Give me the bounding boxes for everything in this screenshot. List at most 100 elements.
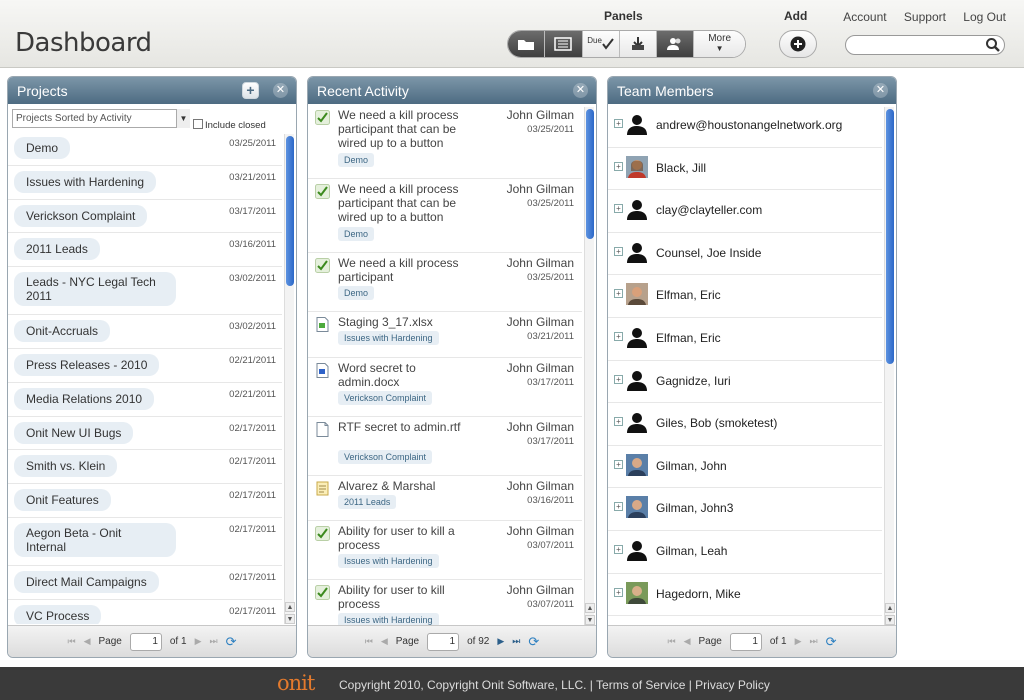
team-member-name[interactable]: Gagnidze, Iuri xyxy=(656,374,731,388)
activity-row[interactable]: Word secret to admin.docx John Gilman 03/1… xyxy=(308,358,582,417)
expand-icon[interactable]: + xyxy=(614,374,623,384)
activity-title[interactable]: Staging 3_17.xlsx xyxy=(338,315,468,329)
project-name[interactable]: Issues with Hardening xyxy=(14,170,157,193)
activity-title[interactable]: We need a kill process participant that … xyxy=(338,182,468,224)
expand-icon[interactable]: + xyxy=(614,246,623,256)
project-row[interactable]: Smith vs. Klein 02/17/2011 xyxy=(8,450,282,485)
project-tag[interactable]: Issues with Hardening xyxy=(338,331,439,345)
include-closed-checkbox[interactable]: Include closed xyxy=(193,119,266,131)
logout-link[interactable]: Log Out xyxy=(963,10,1006,24)
activity-row[interactable]: We need a kill process participant John G… xyxy=(308,253,582,312)
team-member-name[interactable]: Hagedorn, Mike xyxy=(656,587,741,601)
checkbox-icon[interactable] xyxy=(193,119,203,129)
activity-row[interactable]: Staging 3_17.xlsx John Gilman 03/21/2011 Is… xyxy=(308,312,582,358)
project-row[interactable]: Verickson Complaint 03/17/2011 xyxy=(8,200,282,234)
first-page-icon[interactable]: ⏮ xyxy=(365,636,373,647)
last-page-icon[interactable]: ⏭ xyxy=(512,636,520,647)
team-member-row[interactable]: + Counsel, Joe Inside xyxy=(608,233,882,276)
team-member-name[interactable]: Gilman, Leah xyxy=(656,544,727,558)
prev-page-icon[interactable]: ◀ xyxy=(684,636,691,647)
expand-icon[interactable]: + xyxy=(614,331,623,341)
more-panels-button[interactable]: More ▼ xyxy=(694,31,745,57)
scroll-up-icon[interactable]: ▲ xyxy=(285,602,295,612)
team-member-row[interactable]: + Gilman, John3 xyxy=(608,488,882,531)
team-member-row[interactable]: + andrew@houstonangelnetwork.org xyxy=(608,105,882,148)
team-member-row[interactable]: + Giles, Bob (smoketest) xyxy=(608,403,882,446)
copyright-text[interactable]: Copyright 2010, Copyright Onit Software,… xyxy=(339,678,770,692)
activity-title[interactable]: We need a kill process participant that … xyxy=(338,108,468,150)
activity-title[interactable]: Alvarez & Marshal xyxy=(338,479,468,493)
team-member-row[interactable]: + Elfman, Eric xyxy=(608,318,882,361)
activity-row[interactable]: We need a kill process participant that … xyxy=(308,105,582,179)
team-member-name[interactable]: Counsel, Joe Inside xyxy=(656,246,761,260)
team-member-row[interactable]: + Black, Jill xyxy=(608,148,882,191)
expand-icon[interactable]: + xyxy=(614,119,623,128)
project-name[interactable]: 2011 Leads xyxy=(14,238,100,261)
team-member-row[interactable]: + Elfman, Eric xyxy=(608,275,882,318)
activity-title[interactable]: Word secret to admin.docx xyxy=(338,361,468,389)
project-name[interactable]: Onit-Accruals xyxy=(14,320,111,343)
project-name[interactable]: Direct Mail Campaigns xyxy=(14,570,159,593)
activity-row[interactable]: Ability for user to kill a process John G… xyxy=(308,521,582,580)
project-name[interactable]: VC Process xyxy=(14,604,102,624)
team-member-row[interactable]: + clay@clayteller.com xyxy=(608,190,882,233)
expand-icon[interactable]: + xyxy=(614,544,623,554)
next-page-icon[interactable]: ▶ xyxy=(497,636,504,647)
activity-row[interactable]: RTF secret to admin.rtf John Gilman 03/17/… xyxy=(308,417,582,476)
scroll-thumb[interactable] xyxy=(586,109,594,239)
project-tag[interactable]: Demo xyxy=(338,227,375,241)
refresh-icon[interactable]: ⟳ xyxy=(826,634,837,650)
add-button[interactable] xyxy=(779,30,817,58)
project-row[interactable]: VC Process 02/17/2011 xyxy=(8,600,282,624)
projects-scrollbar[interactable]: ▲ ▼ xyxy=(284,134,295,624)
project-row[interactable]: Direct Mail Campaigns 02/17/2011 xyxy=(8,566,282,600)
close-icon[interactable]: ✕ xyxy=(573,83,588,98)
expand-icon[interactable]: + xyxy=(614,204,623,214)
activity-row[interactable]: Ability for user to kill process John Gil… xyxy=(308,580,582,625)
projects-panel-button[interactable] xyxy=(508,31,546,57)
activity-title[interactable]: RTF secret to admin.rtf xyxy=(338,420,468,434)
team-member-name[interactable]: Giles, Bob (smoketest) xyxy=(656,416,777,430)
project-row[interactable]: Demo 03/25/2011 xyxy=(8,132,282,166)
page-number-input[interactable]: 1 xyxy=(427,632,460,651)
project-tag[interactable]: Issues with Hardening xyxy=(338,554,439,568)
project-tag[interactable]: Demo xyxy=(338,153,375,167)
expand-icon[interactable]: + xyxy=(614,502,623,512)
team-member-name[interactable]: andrew@houstonangelnetwork.org xyxy=(656,118,842,132)
project-name[interactable]: Smith vs. Klein xyxy=(14,455,118,478)
refresh-icon[interactable]: ⟳ xyxy=(528,634,539,650)
support-link[interactable]: Support xyxy=(904,10,946,24)
team-member-row[interactable]: + Gilman, Leah xyxy=(608,531,882,574)
team-member-row[interactable]: + Hagedorn, Mike xyxy=(608,574,882,617)
project-row[interactable]: Onit New UI Bugs 02/17/2011 xyxy=(8,417,282,451)
project-name[interactable]: Onit New UI Bugs xyxy=(14,421,134,444)
scroll-thumb[interactable] xyxy=(286,136,294,286)
project-name[interactable]: Media Relations 2010 xyxy=(14,387,155,410)
next-page-icon[interactable]: ▶ xyxy=(795,636,802,647)
last-page-icon[interactable]: ⏭ xyxy=(809,636,817,647)
project-row[interactable]: 2011 Leads 03/16/2011 xyxy=(8,233,282,268)
prev-page-icon[interactable]: ◀ xyxy=(381,636,388,647)
project-tag[interactable]: 2011 Leads xyxy=(338,494,397,509)
inbox-panel-button[interactable] xyxy=(619,31,657,57)
close-icon[interactable]: ✕ xyxy=(273,83,288,98)
chevron-down-icon[interactable]: ▼ xyxy=(176,109,190,128)
close-icon[interactable]: ✕ xyxy=(873,83,888,98)
team-member-row[interactable]: + Gagnidze, Iuri xyxy=(608,361,882,404)
activity-row[interactable]: Alvarez & Marshal John Gilman 03/16/2011 20… xyxy=(308,476,582,521)
sort-select[interactable]: Projects Sorted by Activity xyxy=(12,109,190,128)
project-name[interactable]: Demo xyxy=(14,137,71,159)
scroll-down-icon[interactable]: ▼ xyxy=(885,615,895,625)
expand-icon[interactable]: + xyxy=(614,289,623,299)
project-tag[interactable]: Verickson Complaint xyxy=(338,449,433,464)
search-input[interactable] xyxy=(845,35,1005,55)
project-tag[interactable]: Verickson Complaint xyxy=(338,390,433,405)
team-member-name[interactable]: Gilman, John xyxy=(656,459,727,473)
team-member-name[interactable]: Elfman, Eric xyxy=(656,288,721,302)
scroll-down-icon[interactable]: ▼ xyxy=(585,615,595,625)
project-name[interactable]: Onit Features xyxy=(14,489,111,512)
project-name[interactable]: Press Releases - 2010 xyxy=(14,353,160,376)
project-tag[interactable]: Issues with Hardening xyxy=(338,613,439,625)
team-member-row[interactable]: + Gilman, John xyxy=(608,446,882,489)
team-panel-button[interactable] xyxy=(657,31,695,57)
